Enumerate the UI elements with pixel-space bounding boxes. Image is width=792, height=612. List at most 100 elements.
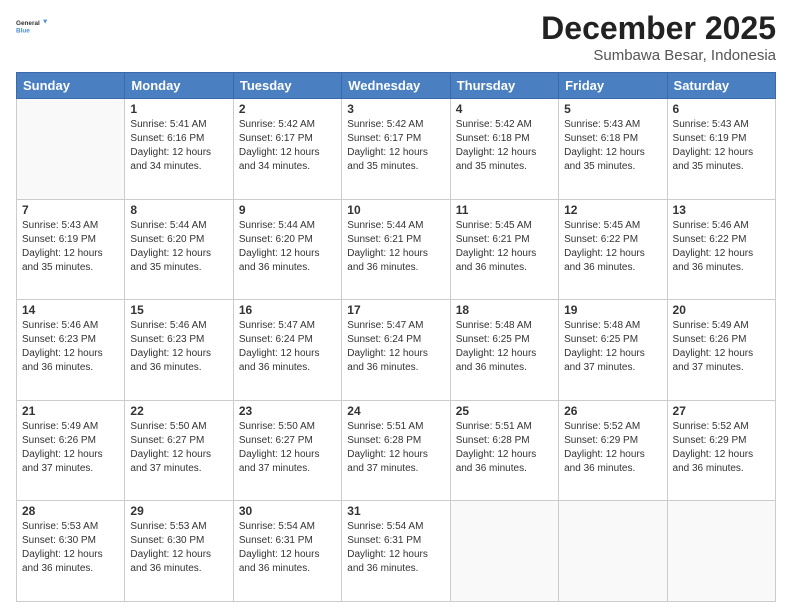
- day-number: 19: [564, 303, 661, 317]
- day-info: Sunrise: 5:47 AM Sunset: 6:24 PM Dayligh…: [347, 319, 444, 375]
- day-number: 27: [673, 404, 770, 418]
- logo-icon: GeneralBlue: [16, 10, 48, 42]
- table-row: 26 Sunrise: 5:52 AM Sunset: 6:29 PM Dayli…: [559, 400, 667, 501]
- location-subtitle: Sumbawa Besar, Indonesia: [541, 47, 776, 64]
- table-row: 28 Sunrise: 5:53 AM Sunset: 6:30 PM Dayli…: [17, 501, 125, 602]
- day-info: Sunrise: 5:43 AM Sunset: 6:18 PM Dayligh…: [564, 118, 661, 174]
- table-row: 30 Sunrise: 5:54 AM Sunset: 6:31 PM Dayli…: [233, 501, 341, 602]
- table-row: 29Sunrise: 5:53 AM Sunset: 6:30 PM Dayli…: [125, 501, 233, 602]
- day-info: Sunrise: 5:54 AM Sunset: 6:31 PM Dayligh…: [347, 520, 444, 576]
- day-info: Sunrise: 5:54 AM Sunset: 6:31 PM Dayligh…: [239, 520, 336, 576]
- day-info: Sunrise: 5:44 AM Sunset: 6:21 PM Dayligh…: [347, 219, 444, 275]
- day-info: Sunrise: 5:44 AM Sunset: 6:20 PM Dayligh…: [130, 219, 227, 275]
- table-row: 31 Sunrise: 5:54 AM Sunset: 6:31 PM Dayli…: [342, 501, 450, 602]
- table-row: 24 Sunrise: 5:51 AM Sunset: 6:28 PM Dayli…: [342, 400, 450, 501]
- calendar-table: Sunday Monday Tuesday Wednesday Thursday…: [16, 72, 776, 602]
- day-number: 30: [239, 504, 336, 518]
- day-info: Sunrise: 5:49 AM Sunset: 6:26 PM Dayligh…: [22, 420, 119, 476]
- day-number: 28: [22, 504, 119, 518]
- day-number: 21: [22, 404, 119, 418]
- day-number: 4: [456, 102, 553, 116]
- day-number: 18: [456, 303, 553, 317]
- table-row: [559, 501, 667, 602]
- table-row: 4Sunrise: 5:42 AM Sunset: 6:18 PM Daylig…: [450, 99, 558, 200]
- day-info: Sunrise: 5:41 AM Sunset: 6:16 PM Dayligh…: [130, 118, 227, 174]
- calendar-week-row: 7 Sunrise: 5:43 AM Sunset: 6:19 PM Daylig…: [17, 199, 776, 300]
- day-number: 26: [564, 404, 661, 418]
- table-row: 25 Sunrise: 5:51 AM Sunset: 6:28 PM Dayli…: [450, 400, 558, 501]
- day-info: Sunrise: 5:46 AM Sunset: 6:23 PM Dayligh…: [22, 319, 119, 375]
- day-info: Sunrise: 5:48 AM Sunset: 6:25 PM Dayligh…: [456, 319, 553, 375]
- table-row: [450, 501, 558, 602]
- day-info: Sunrise: 5:46 AM Sunset: 6:22 PM Dayligh…: [673, 219, 770, 275]
- header-tuesday: Tuesday: [233, 73, 341, 99]
- day-info: Sunrise: 5:52 AM Sunset: 6:29 PM Dayligh…: [673, 420, 770, 476]
- table-row: 9 Sunrise: 5:44 AM Sunset: 6:20 PM Daylig…: [233, 199, 341, 300]
- day-number: 24: [347, 404, 444, 418]
- day-number: 8: [130, 203, 227, 217]
- header-friday: Friday: [559, 73, 667, 99]
- table-row: 21 Sunrise: 5:49 AM Sunset: 6:26 PM Dayli…: [17, 400, 125, 501]
- title-block: December 2025 Sumbawa Besar, Indonesia: [541, 10, 776, 64]
- day-number: 11: [456, 203, 553, 217]
- table-row: 7 Sunrise: 5:43 AM Sunset: 6:19 PM Daylig…: [17, 199, 125, 300]
- day-info: Sunrise: 5:53 AM Sunset: 6:30 PM Dayligh…: [22, 520, 119, 576]
- day-info: Sunrise: 5:42 AM Sunset: 6:17 PM Dayligh…: [239, 118, 336, 174]
- calendar-week-row: 1Sunrise: 5:41 AM Sunset: 6:16 PM Daylig…: [17, 99, 776, 200]
- day-info: Sunrise: 5:46 AM Sunset: 6:23 PM Dayligh…: [130, 319, 227, 375]
- day-info: Sunrise: 5:48 AM Sunset: 6:25 PM Dayligh…: [564, 319, 661, 375]
- table-row: 15 Sunrise: 5:46 AM Sunset: 6:23 PM Dayli…: [125, 300, 233, 401]
- table-row: 1Sunrise: 5:41 AM Sunset: 6:16 PM Daylig…: [125, 99, 233, 200]
- svg-text:Blue: Blue: [16, 27, 30, 34]
- day-info: Sunrise: 5:43 AM Sunset: 6:19 PM Dayligh…: [22, 219, 119, 275]
- month-year-title: December 2025: [541, 10, 776, 47]
- day-info: Sunrise: 5:51 AM Sunset: 6:28 PM Dayligh…: [347, 420, 444, 476]
- calendar-week-row: 14 Sunrise: 5:46 AM Sunset: 6:23 PM Dayli…: [17, 300, 776, 401]
- table-row: 13 Sunrise: 5:46 AM Sunset: 6:22 PM Dayli…: [667, 199, 775, 300]
- day-info: Sunrise: 5:47 AM Sunset: 6:24 PM Dayligh…: [239, 319, 336, 375]
- day-number: 13: [673, 203, 770, 217]
- calendar-week-row: 28 Sunrise: 5:53 AM Sunset: 6:30 PM Dayli…: [17, 501, 776, 602]
- day-number: 16: [239, 303, 336, 317]
- day-number: 5: [564, 102, 661, 116]
- day-number: 22: [130, 404, 227, 418]
- day-number: 15: [130, 303, 227, 317]
- day-info: Sunrise: 5:53 AM Sunset: 6:30 PM Dayligh…: [130, 520, 227, 576]
- day-info: Sunrise: 5:43 AM Sunset: 6:19 PM Dayligh…: [673, 118, 770, 174]
- day-number: 25: [456, 404, 553, 418]
- day-number: 17: [347, 303, 444, 317]
- day-number: 7: [22, 203, 119, 217]
- header-saturday: Saturday: [667, 73, 775, 99]
- header-wednesday: Wednesday: [342, 73, 450, 99]
- day-info: Sunrise: 5:50 AM Sunset: 6:27 PM Dayligh…: [130, 420, 227, 476]
- table-row: [667, 501, 775, 602]
- header-monday: Monday: [125, 73, 233, 99]
- table-row: 18 Sunrise: 5:48 AM Sunset: 6:25 PM Dayli…: [450, 300, 558, 401]
- table-row: 8 Sunrise: 5:44 AM Sunset: 6:20 PM Daylig…: [125, 199, 233, 300]
- table-row: 6Sunrise: 5:43 AM Sunset: 6:19 PM Daylig…: [667, 99, 775, 200]
- day-number: 14: [22, 303, 119, 317]
- calendar-header-row: Sunday Monday Tuesday Wednesday Thursday…: [17, 73, 776, 99]
- table-row: 16 Sunrise: 5:47 AM Sunset: 6:24 PM Dayli…: [233, 300, 341, 401]
- day-info: Sunrise: 5:44 AM Sunset: 6:20 PM Dayligh…: [239, 219, 336, 275]
- day-number: 2: [239, 102, 336, 116]
- table-row: 11Sunrise: 5:45 AM Sunset: 6:21 PM Dayli…: [450, 199, 558, 300]
- table-row: 20Sunrise: 5:49 AM Sunset: 6:26 PM Dayli…: [667, 300, 775, 401]
- table-row: 22 Sunrise: 5:50 AM Sunset: 6:27 PM Dayli…: [125, 400, 233, 501]
- day-number: 23: [239, 404, 336, 418]
- day-number: 9: [239, 203, 336, 217]
- table-row: 17 Sunrise: 5:47 AM Sunset: 6:24 PM Dayli…: [342, 300, 450, 401]
- day-number: 31: [347, 504, 444, 518]
- day-info: Sunrise: 5:51 AM Sunset: 6:28 PM Dayligh…: [456, 420, 553, 476]
- day-number: 20: [673, 303, 770, 317]
- calendar-week-row: 21 Sunrise: 5:49 AM Sunset: 6:26 PM Dayli…: [17, 400, 776, 501]
- table-row: 14 Sunrise: 5:46 AM Sunset: 6:23 PM Dayli…: [17, 300, 125, 401]
- header-sunday: Sunday: [17, 73, 125, 99]
- day-info: Sunrise: 5:50 AM Sunset: 6:27 PM Dayligh…: [239, 420, 336, 476]
- table-row: 19 Sunrise: 5:48 AM Sunset: 6:25 PM Dayli…: [559, 300, 667, 401]
- day-info: Sunrise: 5:45 AM Sunset: 6:22 PM Dayligh…: [564, 219, 661, 275]
- day-info: Sunrise: 5:52 AM Sunset: 6:29 PM Dayligh…: [564, 420, 661, 476]
- header-thursday: Thursday: [450, 73, 558, 99]
- day-number: 12: [564, 203, 661, 217]
- header: GeneralBlue December 2025 Sumbawa Besar,…: [16, 10, 776, 64]
